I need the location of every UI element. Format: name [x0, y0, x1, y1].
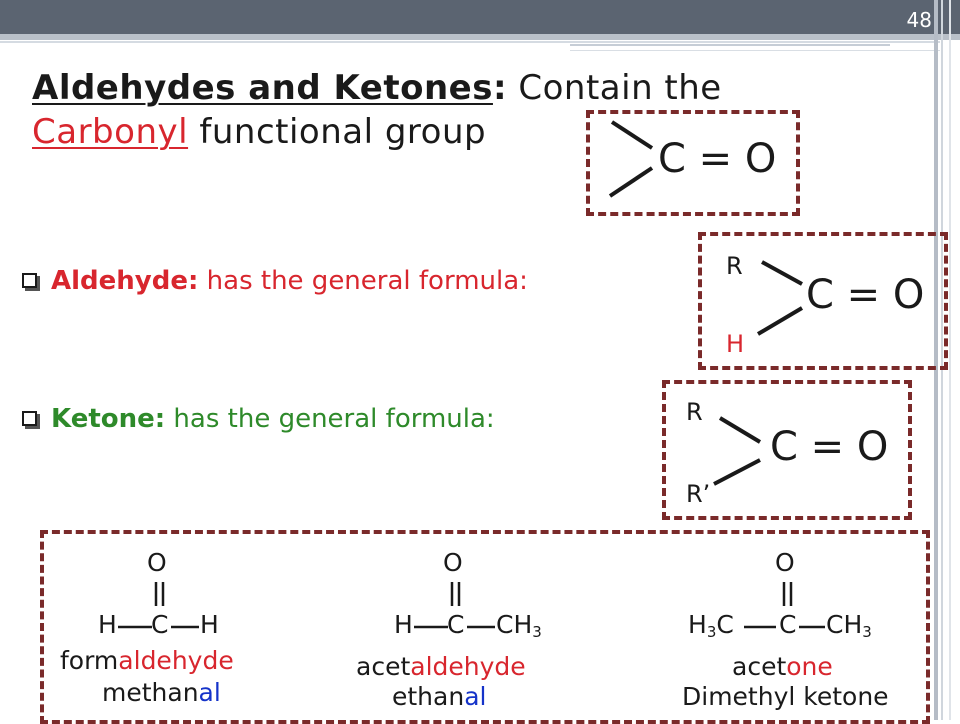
decor-line — [570, 44, 890, 46]
aldehyde-h: H — [726, 330, 745, 358]
example-1-oxygen: O — [147, 548, 167, 577]
example-3-center: C — [779, 610, 797, 639]
carbonyl-formula: C = O — [658, 136, 777, 182]
example-1-double-bond — [154, 582, 165, 606]
title-bold: Aldehydes and Ketones — [32, 68, 493, 108]
h-text: H — [688, 610, 707, 639]
ketone-r: R — [686, 398, 703, 426]
iupac-prefix: methan — [102, 678, 199, 707]
example-3-oxygen: O — [775, 548, 795, 577]
ch-text: CH — [826, 610, 863, 639]
example-3-name: acetone — [732, 652, 833, 681]
name-suffix: one — [786, 652, 833, 681]
decor-rail — [949, 0, 951, 720]
aldehyde-r: R — [726, 252, 743, 280]
aldehyde-text: has the general formula: — [198, 266, 528, 296]
example-2-center: C — [447, 610, 465, 639]
example-1-right: H — [200, 610, 219, 639]
aldehyde-formula: C = O — [806, 272, 925, 318]
example-1-left: H — [98, 610, 117, 639]
title-bar — [0, 0, 960, 34]
example-2-oxygen: O — [443, 548, 463, 577]
title-suffix: functional group — [188, 112, 487, 152]
example-1-iupac: methanal — [102, 678, 221, 707]
c-text: C — [716, 610, 734, 639]
title-colon: : — [492, 68, 508, 108]
example-3-common-name: Dimethyl ketone — [682, 682, 889, 711]
subscript: 3 — [532, 623, 542, 641]
example-2-name: acetaldehyde — [356, 652, 526, 681]
example-2-bond-left — [414, 625, 448, 629]
example-3-right: CH3 — [826, 610, 872, 641]
ketone-r-prime: R’ — [686, 480, 711, 508]
aldehyde-bullet: Aldehyde: has the general formula: — [22, 266, 528, 296]
example-2-iupac: ethanal — [392, 682, 486, 711]
decor-line — [0, 41, 940, 43]
subscript: 3 — [862, 623, 872, 641]
ketone-bullet: Ketone: has the general formula: — [22, 404, 495, 434]
bullet-square-icon — [22, 273, 37, 288]
example-1-name: formaldehyde — [60, 646, 234, 675]
bullet-square-icon — [22, 411, 37, 426]
ch-text: CH — [496, 610, 533, 639]
ketone-label: Ketone: — [51, 404, 166, 434]
iupac-prefix: ethan — [392, 682, 465, 711]
decor-line — [570, 50, 940, 51]
example-3-left: H3C — [688, 610, 734, 641]
example-2-double-bond — [450, 582, 461, 606]
example-3-double-bond — [782, 582, 793, 606]
title-rest: Contain the — [507, 68, 722, 108]
aldehyde-label: Aldehyde: — [51, 266, 199, 296]
name-suffix: aldehyde — [410, 652, 526, 681]
name-suffix: aldehyde — [118, 646, 234, 675]
name-prefix: acet — [356, 652, 411, 681]
example-3-bond-left — [744, 625, 776, 629]
title-bar-shadow — [0, 34, 960, 40]
subscript: 3 — [706, 623, 717, 641]
iupac-suffix: al — [198, 678, 221, 707]
example-2-right: CH3 — [496, 610, 542, 641]
example-1-center: C — [151, 610, 169, 639]
slide-number: 48 — [906, 8, 932, 32]
title-carbonyl: Carbonyl — [32, 112, 189, 152]
ketone-formula: C = O — [770, 424, 889, 470]
ketone-text: has the general formula: — [165, 404, 495, 434]
iupac-suffix: al — [464, 682, 487, 711]
name-prefix: form — [60, 646, 119, 675]
name-prefix: acet — [732, 652, 787, 681]
example-1-bond-left — [118, 625, 152, 629]
example-2-left: H — [394, 610, 413, 639]
